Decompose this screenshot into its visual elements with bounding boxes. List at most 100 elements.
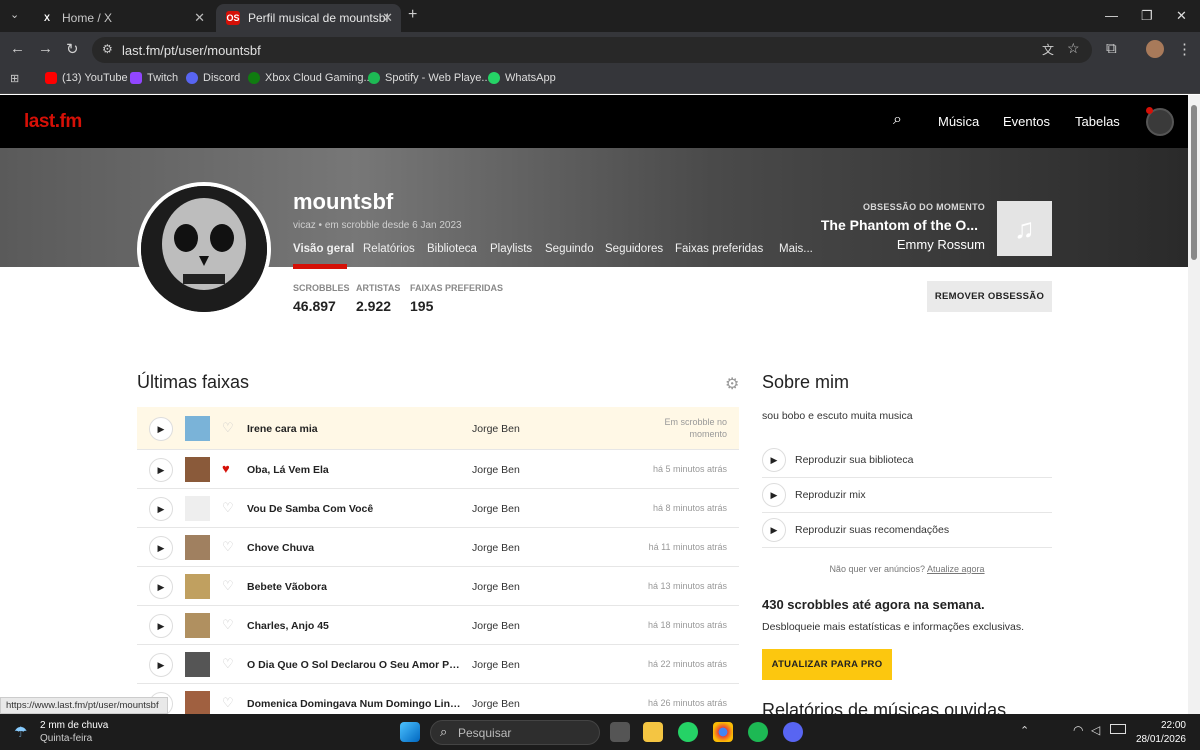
tab-visao-geral[interactable]: Visão geral [293, 243, 354, 255]
stat-faixas[interactable]: 195 [410, 298, 433, 314]
album-art[interactable] [185, 574, 210, 599]
track-name[interactable]: Irene cara mia [247, 423, 462, 435]
new-tab-button[interactable]: + [408, 6, 417, 24]
nav-musica[interactable]: Música [938, 114, 979, 129]
maximize-icon[interactable]: ❐ [1141, 8, 1153, 24]
tab-mais[interactable]: Mais... [779, 243, 813, 255]
track-row[interactable]: ▶ ♡ Charles, Anjo 45 Jorge Ben há 18 minutos… [137, 606, 739, 645]
close-window-icon[interactable]: ✕ [1176, 8, 1187, 24]
tab-playlists[interactable]: Playlists [490, 243, 532, 255]
track-row[interactable]: ▶ ♡ Vou De Samba Com Você Jorge Ben há 8 min… [137, 489, 739, 528]
track-name[interactable]: Domenica Domingava Num Domingo Linda... [247, 698, 462, 710]
play-icon[interactable]: ▶ [149, 458, 173, 482]
album-art[interactable] [185, 535, 210, 560]
extensions-icon[interactable]: ⧉ [1106, 40, 1117, 57]
translate-icon[interactable]: 文 [1042, 41, 1054, 58]
album-art[interactable] [185, 457, 210, 482]
upgrade-link[interactable]: Atualize agora [927, 564, 985, 574]
track-row[interactable]: ▶ ♥ Oba, Lá Vem Ela Jorge Ben há 5 minutos a… [137, 450, 739, 489]
weather-icon[interactable]: ☂ [14, 723, 27, 741]
album-art[interactable] [185, 691, 210, 716]
windows-start-icon[interactable] [400, 722, 420, 742]
love-heart-icon[interactable]: ♥ [222, 461, 230, 476]
whatsapp-icon[interactable] [678, 722, 698, 742]
track-name[interactable]: Chove Chuva [247, 542, 462, 554]
close-icon[interactable]: ✕ [382, 10, 393, 26]
track-name[interactable]: Vou De Samba Com Você [247, 503, 462, 515]
play-recommendations-row[interactable]: ▶ Reproduzir suas recomendações [762, 513, 1052, 548]
lastfm-logo[interactable]: last.fm [24, 111, 82, 133]
love-heart-icon[interactable]: ♡ [222, 420, 234, 436]
play-icon[interactable]: ▶ [149, 536, 173, 560]
love-heart-icon[interactable]: ♡ [222, 617, 234, 633]
play-icon[interactable]: ▶ [762, 448, 786, 472]
back-icon[interactable]: ← [10, 40, 25, 57]
stat-scrobbles[interactable]: 46.897 [293, 298, 336, 314]
obsession-cover[interactable]: ♫ [997, 201, 1052, 256]
task-view-icon[interactable] [610, 722, 630, 742]
site-info-icon[interactable]: ⚙ [102, 42, 113, 56]
album-art[interactable] [185, 496, 210, 521]
forward-icon[interactable]: → [38, 40, 53, 57]
file-explorer-icon[interactable] [643, 722, 663, 742]
reload-icon[interactable]: ↻ [66, 40, 79, 58]
volume-icon[interactable]: ◁ [1091, 723, 1100, 737]
weather-text[interactable]: 2 mm de chuva [40, 720, 108, 731]
track-artist[interactable]: Jorge Ben [472, 464, 520, 476]
love-heart-icon[interactable]: ♡ [222, 656, 234, 672]
bookmark-discord[interactable]: Discord [186, 72, 240, 84]
tab-relatorios[interactable]: Relatórios [363, 243, 415, 255]
wifi-icon[interactable]: ◠ [1073, 723, 1083, 737]
chrome-icon[interactable] [713, 722, 733, 742]
track-name[interactable]: Oba, Lá Vem Ela [247, 464, 462, 476]
play-mix-row[interactable]: ▶ Reproduzir mix [762, 478, 1052, 513]
love-heart-icon[interactable]: ♡ [222, 578, 234, 594]
menu-icon[interactable]: ⋮ [1177, 40, 1192, 58]
play-icon[interactable]: ▶ [762, 483, 786, 507]
tab-search-icon[interactable]: ⌄ [10, 8, 19, 21]
track-row[interactable]: ▶ ♡ Chove Chuva Jorge Ben há 11 minutos atrá… [137, 528, 739, 567]
minimize-icon[interactable]: — [1105, 8, 1118, 23]
search-icon[interactable]: ⌕ [893, 111, 902, 129]
discord-icon[interactable] [783, 722, 803, 742]
play-icon[interactable]: ▶ [149, 653, 173, 677]
play-icon[interactable]: ▶ [149, 417, 173, 441]
track-artist[interactable]: Jorge Ben [472, 423, 520, 435]
track-name[interactable]: O Dia Que O Sol Declarou O Seu Amor Pela… [247, 659, 462, 671]
tab-seguindo[interactable]: Seguindo [545, 243, 594, 255]
track-row[interactable]: ▶ ♡ Bebete Vãobora Jorge Ben há 13 minutos a… [137, 567, 739, 606]
close-icon[interactable]: ✕ [194, 10, 205, 26]
tab-seguidores[interactable]: Seguidores [605, 243, 663, 255]
play-library-row[interactable]: ▶ Reproduzir sua biblioteca [762, 443, 1052, 478]
track-name[interactable]: Bebete Vãobora [247, 581, 462, 593]
tab-lastfm-profile[interactable]: OS Perfil musical de mountsbf | Las ✕ [216, 4, 401, 32]
track-artist[interactable]: Jorge Ben [472, 542, 520, 554]
love-heart-icon[interactable]: ♡ [222, 695, 234, 711]
play-icon[interactable]: ▶ [149, 575, 173, 599]
track-artist[interactable]: Jorge Ben [472, 581, 520, 593]
bookmark-star-icon[interactable]: ☆ [1067, 40, 1080, 57]
battery-icon[interactable] [1110, 724, 1126, 734]
gear-icon[interactable]: ⚙ [725, 374, 739, 394]
taskbar-search[interactable]: ⌕ Pesquisar [430, 720, 600, 745]
play-icon[interactable]: ▶ [762, 518, 786, 542]
bookmark-xbox[interactable]: Xbox Cloud Gaming... [248, 72, 373, 84]
address-bar[interactable]: ⚙ last.fm/pt/user/mountsbf 文 ☆ [92, 37, 1092, 63]
tab-biblioteca[interactable]: Biblioteca [427, 243, 477, 255]
clock-date[interactable]: 28/01/2026 [1136, 734, 1186, 745]
track-artist[interactable]: Jorge Ben [472, 620, 520, 632]
album-art[interactable] [185, 652, 210, 677]
obsession-track[interactable]: The Phantom of the O... [821, 217, 978, 233]
tab-home-x[interactable]: X Home / X ✕ [30, 4, 213, 32]
scrollbar-thumb[interactable] [1191, 105, 1197, 260]
clock-time[interactable]: 22:00 [1161, 720, 1186, 731]
remove-obsession-button[interactable]: REMOVER OBSESSÃO [927, 281, 1052, 312]
track-artist[interactable]: Jorge Ben [472, 698, 520, 710]
nav-tabelas[interactable]: Tabelas [1075, 114, 1120, 129]
album-art[interactable] [185, 416, 210, 441]
track-artist[interactable]: Jorge Ben [472, 503, 520, 515]
track-name[interactable]: Charles, Anjo 45 [247, 620, 462, 632]
tab-faixas-preferidas[interactable]: Faixas preferidas [675, 243, 763, 255]
profile-avatar-icon[interactable] [1146, 40, 1164, 58]
spotify-icon[interactable] [748, 722, 768, 742]
